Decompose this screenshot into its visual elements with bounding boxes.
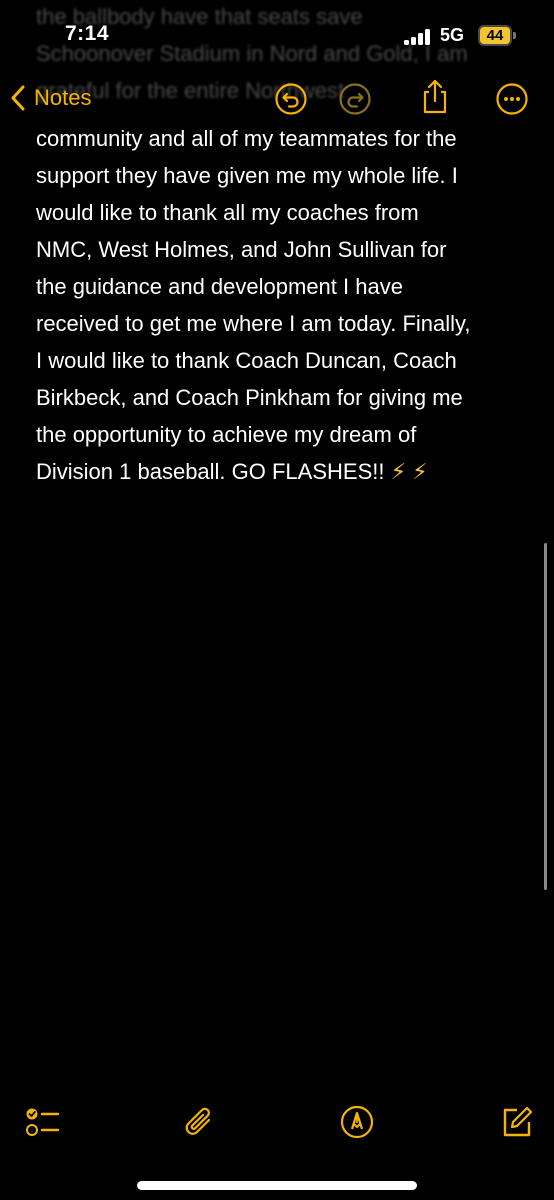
note-line: I would like to thank Coach Duncan, Coac… xyxy=(36,348,457,373)
back-label: Notes xyxy=(34,85,92,110)
battery-level: 44 xyxy=(486,27,504,44)
battery-icon: 44 xyxy=(478,25,512,46)
note-line: support they have given me my whole life… xyxy=(36,163,458,188)
checklist-button[interactable] xyxy=(22,1102,62,1142)
markup-button[interactable] xyxy=(337,1102,377,1142)
note-line: received to get me where I am today. Fin… xyxy=(36,311,471,336)
scrollbar[interactable] xyxy=(544,543,547,890)
status-bar: 7:14 5G 44 xyxy=(0,0,554,62)
note-line: NMC, West Holmes, and John Sullivan for xyxy=(36,237,447,262)
lightning-emoji: ⚡ ⚡ xyxy=(390,459,428,484)
battery-cap xyxy=(513,32,516,39)
attachment-button[interactable] xyxy=(181,1102,221,1142)
paperclip-icon xyxy=(185,1107,211,1135)
back-button[interactable]: Notes xyxy=(10,80,91,116)
more-button[interactable] xyxy=(495,82,529,116)
checklist-icon xyxy=(26,1108,60,1136)
more-icon xyxy=(496,83,528,115)
network-type: 5G xyxy=(440,25,465,45)
note-line: would like to thank all my coaches from xyxy=(36,200,419,225)
note-line-text: Division 1 baseball. GO FLASHES!! xyxy=(36,459,385,484)
compose-icon xyxy=(503,1106,533,1137)
note-line-last: Division 1 baseball. GO FLASHES!! ⚡ ⚡ xyxy=(36,453,536,490)
redo-icon xyxy=(339,83,371,115)
undo-button[interactable] xyxy=(274,82,308,116)
nav-bar: Notes xyxy=(0,72,554,124)
note-line: community and all of my teammates for th… xyxy=(36,126,457,151)
chevron-left-icon xyxy=(11,85,25,111)
undo-icon xyxy=(275,83,307,115)
redo-button[interactable] xyxy=(338,82,372,116)
cellular-signal-icon xyxy=(404,29,432,45)
markup-pen-icon xyxy=(340,1105,374,1139)
share-button[interactable] xyxy=(419,78,453,114)
note-line: the guidance and development I have xyxy=(36,274,403,299)
compose-button[interactable] xyxy=(497,1102,537,1142)
note-body[interactable]: community and all of my teammates for th… xyxy=(36,120,536,490)
share-icon xyxy=(423,79,447,114)
bottom-toolbar xyxy=(0,1098,554,1148)
note-line: Birkbeck, and Coach Pinkham for giving m… xyxy=(36,385,463,410)
status-time: 7:14 xyxy=(65,22,110,45)
note-line: the opportunity to achieve my dream of xyxy=(36,422,417,447)
home-indicator[interactable] xyxy=(137,1181,417,1190)
